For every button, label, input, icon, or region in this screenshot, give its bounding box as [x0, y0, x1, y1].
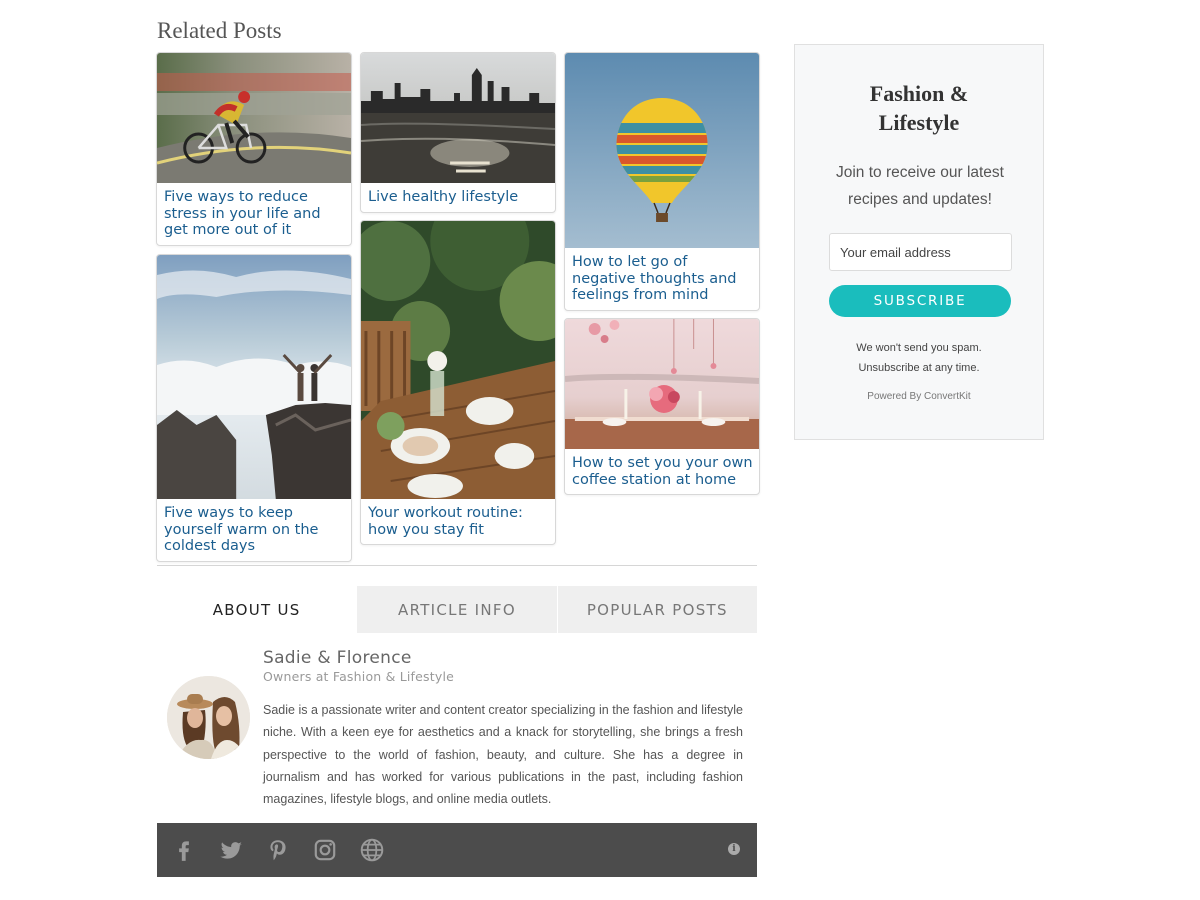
- info-icon[interactable]: i: [728, 843, 740, 855]
- post-card[interactable]: Live healthy lifestyle: [360, 52, 556, 213]
- author-name: Sadie & Florence: [263, 648, 412, 668]
- pinterest-icon[interactable]: [263, 835, 293, 865]
- city-lake-photo[interactable]: [361, 53, 555, 183]
- avatar: [167, 676, 250, 759]
- post-title[interactable]: Your workout routine: how you stay fit: [361, 499, 555, 544]
- email-field[interactable]: [829, 233, 1012, 271]
- subscribe-button[interactable]: SUBSCRIBE: [829, 285, 1011, 317]
- tab-about-us[interactable]: ABOUT US: [157, 586, 357, 633]
- tab-popular-posts[interactable]: POPULAR POSTS: [556, 586, 757, 633]
- section-divider: [157, 565, 757, 566]
- spam-note: We won't send you spam. Unsubscribe at a…: [856, 342, 982, 374]
- globe-icon[interactable]: [357, 835, 387, 865]
- post-card[interactable]: Your workout routine: how you stay fit: [360, 220, 556, 545]
- dining-table-photo[interactable]: [565, 319, 759, 449]
- post-card[interactable]: Five ways to reduce stress in your life …: [156, 52, 352, 246]
- facebook-icon[interactable]: [169, 835, 199, 865]
- newsletter-widget: Fashion & Lifestyle Join to receive our …: [794, 44, 1044, 440]
- newsletter-description: Join to receive our latest recipes and u…: [835, 164, 1004, 208]
- post-card[interactable]: How to let go of negative thoughts and f…: [564, 52, 760, 311]
- post-title[interactable]: Five ways to keep yourself warm on the c…: [157, 499, 351, 561]
- post-title[interactable]: How to set you your own coffee station a…: [565, 449, 759, 494]
- post-card[interactable]: Five ways to keep yourself warm on the c…: [156, 254, 352, 562]
- mountain-clouds-photo[interactable]: [157, 255, 351, 499]
- post-title[interactable]: Five ways to reduce stress in your life …: [157, 183, 351, 245]
- post-title[interactable]: Live healthy lifestyle: [361, 183, 555, 212]
- hot-air-balloon-photo[interactable]: [565, 53, 759, 248]
- post-card[interactable]: How to set you your own coffee station a…: [564, 318, 760, 495]
- related-posts-title: Related Posts: [157, 18, 282, 43]
- cyclist-photo[interactable]: [157, 53, 351, 183]
- twitter-icon[interactable]: [216, 835, 246, 865]
- author-bio: Sadie is a passionate writer and content…: [263, 703, 743, 807]
- garden-table-photo[interactable]: [361, 221, 555, 499]
- author-role: Owners at Fashion & Lifestyle: [263, 669, 455, 684]
- author-tabs: ABOUT US ARTICLE INFO POPULAR POSTS: [157, 586, 757, 633]
- newsletter-title: Fashion & Lifestyle: [869, 81, 969, 135]
- powered-by-link[interactable]: Powered By ConvertKit: [795, 391, 1043, 402]
- social-bar: i: [157, 823, 757, 877]
- tab-article-info[interactable]: ARTICLE INFO: [356, 586, 557, 633]
- instagram-icon[interactable]: [310, 835, 340, 865]
- post-title[interactable]: How to let go of negative thoughts and f…: [565, 248, 759, 310]
